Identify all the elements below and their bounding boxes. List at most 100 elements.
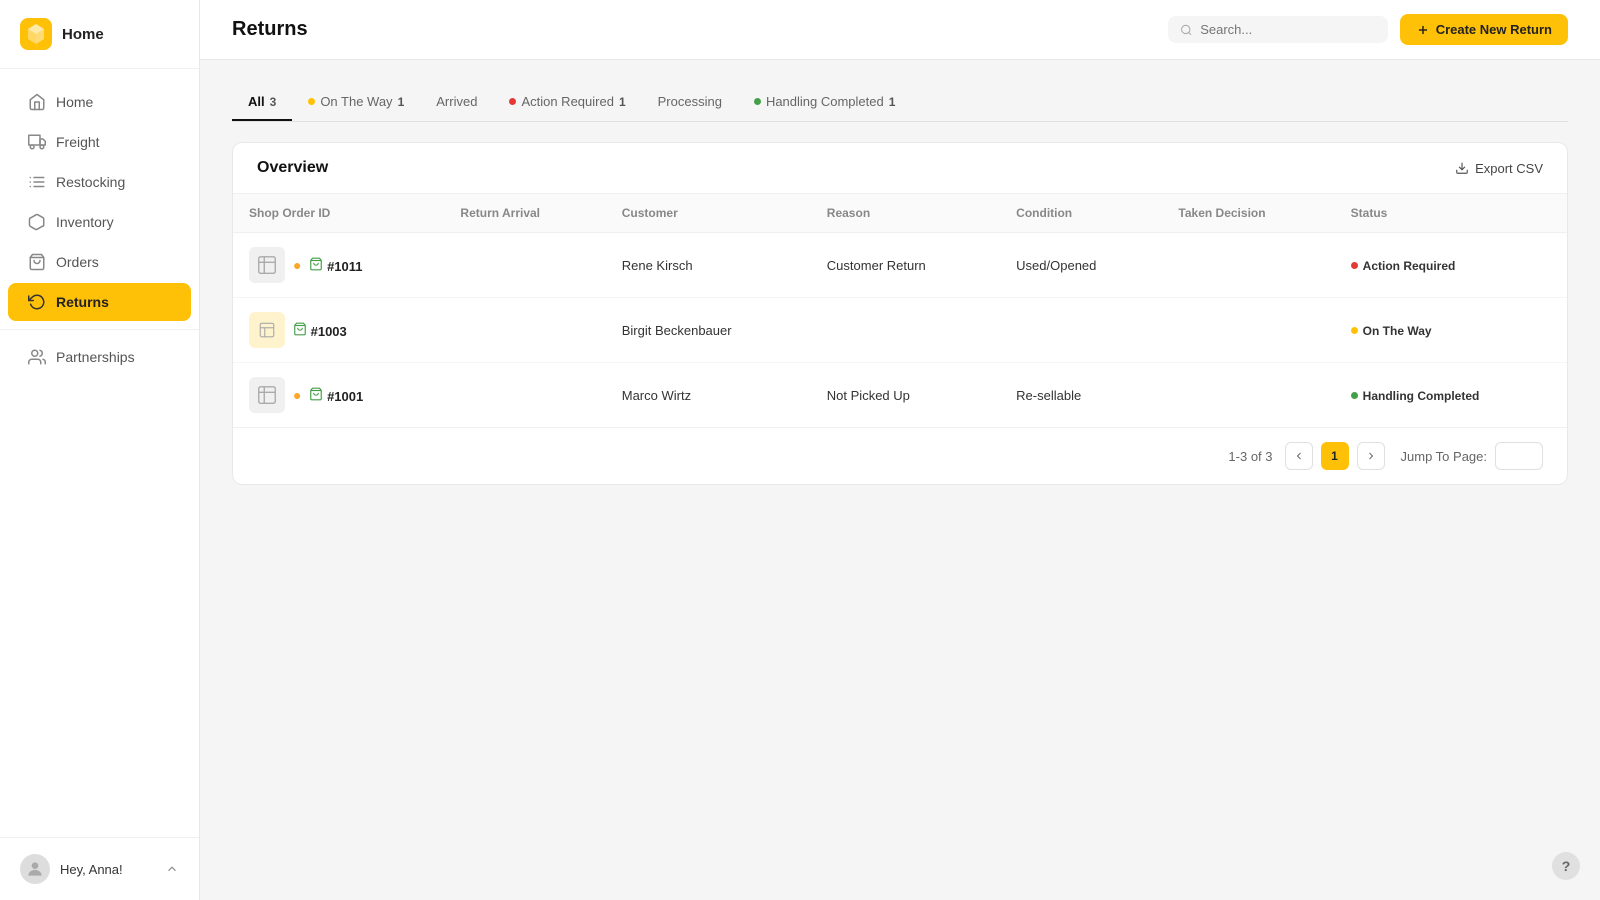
- reason-cell: Not Picked Up: [811, 363, 1000, 428]
- sidebar-footer-user[interactable]: Hey, Anna!: [20, 854, 123, 884]
- taken-decision-cell: [1162, 363, 1334, 428]
- col-condition: Condition: [1000, 194, 1162, 233]
- col-reason: Reason: [811, 194, 1000, 233]
- sidebar-logo-text: Home: [62, 26, 104, 43]
- page-1-label: 1: [1331, 449, 1338, 463]
- orders-icon: [28, 253, 46, 271]
- tab-action-required[interactable]: Action Required 1: [493, 84, 641, 121]
- return-arrival-cell: [444, 298, 605, 363]
- jump-to-page-label: Jump To Page:: [1401, 449, 1487, 464]
- sidebar-item-orders[interactable]: Orders: [8, 243, 191, 281]
- table-row[interactable]: ● #1001 Marco Wirtz Not Picked Up Re-sel…: [233, 363, 1567, 428]
- tab-on-the-way[interactable]: On The Way 1: [292, 84, 420, 121]
- tab-processing-label: Processing: [658, 94, 722, 109]
- tab-processing[interactable]: Processing: [642, 84, 738, 121]
- condition-cell: Re-sellable: [1000, 363, 1162, 428]
- sidebar-item-inventory[interactable]: Inventory: [8, 203, 191, 241]
- status-label: Action Required: [1363, 259, 1456, 273]
- pagination: 1-3 of 3 1 Jump To Page:: [233, 427, 1567, 484]
- page-1-button[interactable]: 1: [1321, 442, 1349, 470]
- sidebar-item-partnerships[interactable]: Partnerships: [8, 338, 191, 376]
- sidebar-item-orders-label: Orders: [56, 254, 99, 270]
- search-input[interactable]: [1200, 22, 1375, 37]
- footer-user-greeting: Hey, Anna!: [60, 862, 123, 877]
- tab-handling-completed-label: Handling Completed: [766, 94, 884, 109]
- home-icon: [28, 93, 46, 111]
- bag-icon: [293, 322, 307, 336]
- sidebar-item-restocking[interactable]: Restocking: [8, 163, 191, 201]
- col-taken-decision: Taken Decision: [1162, 194, 1334, 233]
- customer-cell: Birgit Beckenbauer: [606, 298, 811, 363]
- overview-header: Overview Export CSV: [233, 143, 1567, 194]
- on-the-way-dot: [308, 98, 315, 105]
- table-header-row: Shop Order ID Return Arrival Customer Re…: [233, 194, 1567, 233]
- download-icon: [1455, 161, 1469, 175]
- overview-title: Overview: [257, 159, 328, 177]
- status-badge: Handling Completed: [1351, 389, 1480, 403]
- status-cell: On The Way: [1335, 298, 1567, 363]
- order-id: #1011: [309, 257, 362, 274]
- sidebar-item-returns-label: Returns: [56, 294, 109, 310]
- sidebar-item-home[interactable]: Home: [8, 83, 191, 121]
- tab-arrived[interactable]: Arrived: [420, 84, 493, 121]
- chevron-right-icon: [1365, 450, 1377, 462]
- col-shop-order-id: Shop Order ID: [233, 194, 444, 233]
- help-button[interactable]: ?: [1552, 852, 1580, 880]
- restocking-icon: [28, 173, 46, 191]
- status-badge: On The Way: [1351, 324, 1432, 338]
- sidebar-item-home-label: Home: [56, 94, 93, 110]
- partnerships-icon: [28, 348, 46, 366]
- customer-cell: Rene Kirsch: [606, 233, 811, 298]
- next-page-button[interactable]: [1357, 442, 1385, 470]
- inventory-icon: [28, 213, 46, 231]
- order-id: #1001: [309, 387, 363, 404]
- status-label: Handling Completed: [1363, 389, 1480, 403]
- tab-on-the-way-label: On The Way: [320, 94, 392, 109]
- reason-cell: Customer Return: [811, 233, 1000, 298]
- sidebar-logo[interactable]: Home: [0, 0, 199, 69]
- create-return-label: Create New Return: [1436, 22, 1552, 37]
- chevron-left-icon: [1293, 450, 1305, 462]
- sidebar-nav: Home Freight Restocking Inventory: [0, 69, 199, 837]
- status-dot: [1351, 327, 1358, 334]
- search-bar[interactable]: [1168, 16, 1388, 43]
- product-thumbnail: [249, 247, 285, 283]
- main-content: Returns Create New Return All 3 On The W…: [200, 0, 1600, 900]
- sidebar-item-partnerships-label: Partnerships: [56, 349, 135, 365]
- col-status: Status: [1335, 194, 1567, 233]
- taken-decision-cell: [1162, 233, 1334, 298]
- create-return-button[interactable]: Create New Return: [1400, 14, 1568, 45]
- taken-decision-cell: [1162, 298, 1334, 363]
- export-csv-button[interactable]: Export CSV: [1455, 161, 1543, 176]
- bag-icon: [309, 387, 323, 401]
- sidebar-item-returns[interactable]: Returns: [8, 283, 191, 321]
- sidebar-footer: Hey, Anna!: [0, 837, 199, 900]
- jump-to-page-input[interactable]: [1495, 442, 1543, 470]
- order-id: #1003: [293, 322, 347, 339]
- sidebar-item-freight-label: Freight: [56, 134, 100, 150]
- product-thumbnail: [249, 312, 285, 348]
- avatar: [20, 854, 50, 884]
- table-row[interactable]: #1003 Birgit Beckenbauer On Th: [233, 298, 1567, 363]
- table-row[interactable]: ● #1011 Rene Kirsch Customer Return Used…: [233, 233, 1567, 298]
- tab-handling-completed[interactable]: Handling Completed 1: [738, 84, 911, 121]
- tab-all-count: 3: [270, 95, 277, 109]
- freight-icon: [28, 133, 46, 151]
- search-icon: [1180, 23, 1193, 37]
- status-cell: Action Required: [1335, 233, 1567, 298]
- tabs: All 3 On The Way 1 Arrived Action Requir…: [232, 84, 1568, 122]
- overview-card: Overview Export CSV Shop Order ID Return…: [232, 142, 1568, 485]
- chevron-up-icon: [165, 862, 179, 876]
- status-badge: Action Required: [1351, 259, 1456, 273]
- tab-all-label: All: [248, 94, 265, 109]
- prev-page-button[interactable]: [1285, 442, 1313, 470]
- header-actions: Create New Return: [1168, 14, 1568, 45]
- page-title: Returns: [232, 18, 308, 41]
- tab-all[interactable]: All 3: [232, 84, 292, 121]
- action-required-dot: [509, 98, 516, 105]
- logo-icon: [20, 18, 52, 50]
- sidebar-item-restocking-label: Restocking: [56, 174, 125, 190]
- returns-table: Shop Order ID Return Arrival Customer Re…: [233, 194, 1567, 427]
- order-id-cell: #1003: [233, 298, 444, 363]
- sidebar-item-freight[interactable]: Freight: [8, 123, 191, 161]
